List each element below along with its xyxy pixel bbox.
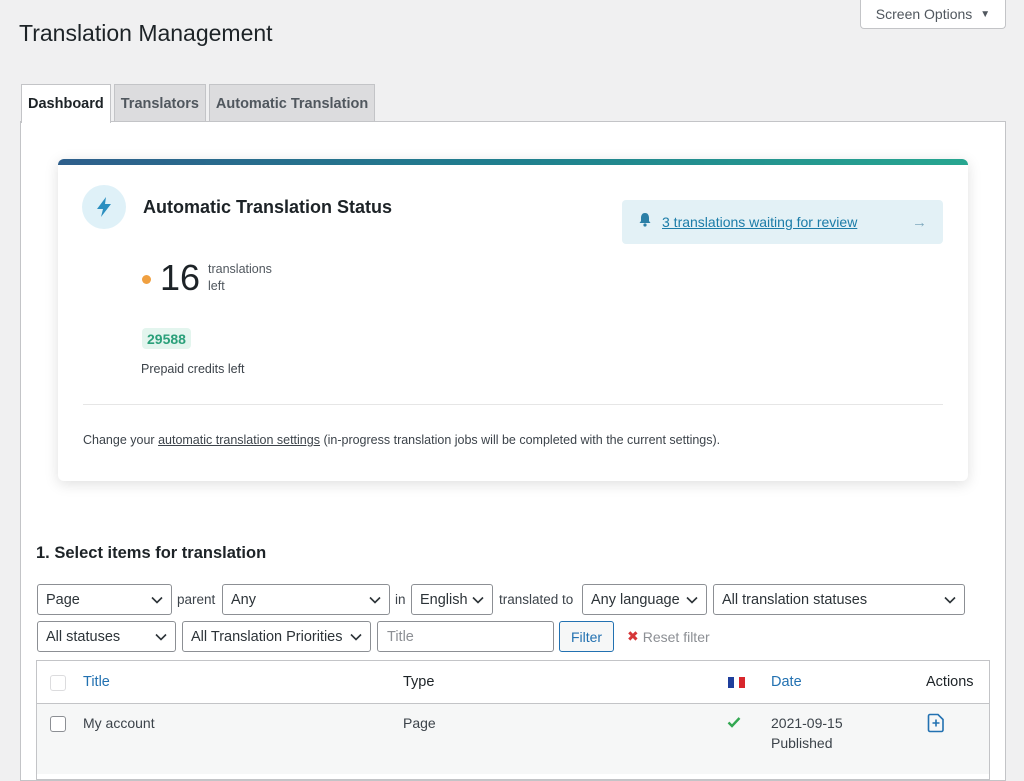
- french-flag-icon: [728, 677, 746, 688]
- translations-label-line-1: translations: [208, 262, 272, 276]
- settings-note: Change your automatic translation settin…: [83, 433, 720, 447]
- check-icon: [727, 713, 741, 733]
- settings-prefix: Change your: [83, 433, 155, 447]
- review-translations-link[interactable]: 3 translations waiting for review: [662, 214, 857, 230]
- status-dot: [142, 275, 151, 284]
- type-select[interactable]: Page: [37, 584, 172, 615]
- translation-status-value: All translation statuses: [722, 591, 868, 608]
- screen-options-button[interactable]: Screen Options ▼: [860, 0, 1006, 29]
- divider: [83, 404, 943, 405]
- caret-down-icon: ▼: [980, 8, 991, 20]
- title-column-header[interactable]: Title: [83, 674, 110, 690]
- row-date-value: 2021-09-15: [771, 715, 843, 731]
- chevron-down-icon: [944, 596, 956, 604]
- items-table: Title Type Date Actions My account Page …: [36, 660, 990, 780]
- table-row: My account Page 2021-09-15 Published: [37, 704, 989, 774]
- type-select-value: Page: [46, 591, 80, 608]
- priority-select-value: All Translation Priorities: [191, 628, 343, 645]
- chevron-down-icon: [350, 633, 362, 641]
- automatic-translation-status-card: Automatic Translation Status 3 translati…: [58, 159, 968, 481]
- tab-bar: Dashboard Translators Automatic Translat…: [21, 84, 376, 123]
- target-language-select[interactable]: Any language: [582, 584, 707, 615]
- row-publish-state: Published: [771, 735, 833, 751]
- tab-dashboard[interactable]: Dashboard: [21, 84, 111, 123]
- add-translation-icon[interactable]: [927, 713, 945, 738]
- close-icon: ✖: [627, 628, 639, 644]
- parent-select[interactable]: Any: [222, 584, 390, 615]
- select-all-checkbox[interactable]: [50, 675, 66, 691]
- source-language-value: English: [420, 591, 468, 608]
- bell-icon: [638, 212, 652, 232]
- row-title[interactable]: My account: [83, 713, 155, 733]
- chevron-down-icon: [155, 633, 167, 641]
- tab-automatic-translation[interactable]: Automatic Translation: [208, 84, 376, 122]
- parent-select-value: Any: [231, 591, 256, 608]
- credits-label: Prepaid credits left: [141, 362, 245, 376]
- chevron-down-icon: [369, 596, 381, 604]
- settings-suffix: (in-progress translation jobs will be co…: [323, 433, 721, 447]
- source-language-select[interactable]: English: [411, 584, 493, 615]
- page-title: Translation Management: [19, 20, 273, 46]
- translation-status-select[interactable]: All translation statuses: [713, 584, 965, 615]
- row-checkbox[interactable]: [50, 716, 66, 732]
- card-accent-bar: [58, 159, 968, 165]
- date-column-header[interactable]: Date: [771, 674, 802, 690]
- translations-label-line-2: left: [208, 279, 225, 293]
- chevron-down-icon: [686, 596, 698, 604]
- screen-options-label: Screen Options: [875, 6, 973, 22]
- priority-select[interactable]: All Translation Priorities: [182, 621, 371, 652]
- translations-left-label: translations left: [208, 261, 272, 295]
- actions-column-header: Actions: [926, 674, 974, 690]
- translated-to-label: translated to: [499, 592, 574, 607]
- row-date: 2021-09-15 Published: [771, 713, 843, 753]
- reset-filter-link[interactable]: ✖ Reset filter: [627, 621, 710, 652]
- type-column-header: Type: [403, 674, 435, 690]
- review-notice[interactable]: 3 translations waiting for review →: [622, 200, 943, 244]
- title-search-input[interactable]: [377, 621, 554, 652]
- chevron-down-icon: [472, 596, 484, 604]
- filter-button[interactable]: Filter: [559, 621, 614, 652]
- credits-badge: 29588: [142, 328, 191, 349]
- arrow-right-icon: →: [912, 213, 927, 231]
- translations-left-count: 16: [160, 257, 201, 298]
- lightning-bolt-icon: [82, 185, 126, 229]
- tab-translators[interactable]: Translators: [113, 84, 206, 122]
- table-header: Title Type Date Actions: [37, 661, 989, 704]
- reset-filter-label: Reset filter: [642, 628, 710, 645]
- status-select-value: All statuses: [46, 628, 121, 645]
- automatic-translation-settings-link[interactable]: automatic translation settings: [158, 433, 320, 447]
- section-title: 1. Select items for translation: [36, 544, 267, 562]
- row-type: Page: [403, 715, 436, 731]
- chevron-down-icon: [151, 596, 163, 604]
- parent-label: parent: [177, 592, 216, 607]
- in-label: in: [395, 592, 406, 607]
- target-language-value: Any language: [591, 591, 680, 608]
- card-title: Automatic Translation Status: [143, 197, 393, 217]
- status-select[interactable]: All statuses: [37, 621, 176, 652]
